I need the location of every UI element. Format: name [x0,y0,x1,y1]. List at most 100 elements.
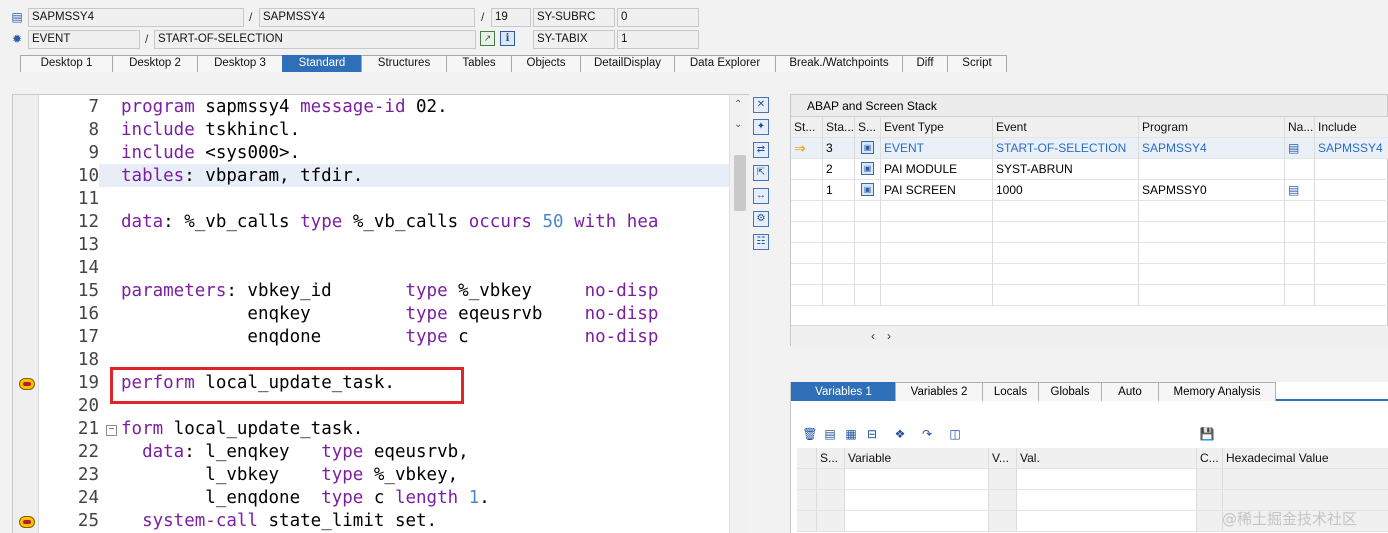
column-header[interactable]: Na... [1285,117,1315,138]
variable-cell[interactable] [797,469,817,490]
code-line[interactable]: l_vbkey type %_vbkey, [121,464,458,487]
event-field[interactable]: START-OF-SELECTION [154,30,476,49]
stack-cell[interactable] [1315,285,1388,306]
breakpoint-gutter[interactable] [13,95,39,533]
scroll-down-icon[interactable]: ⌄ [734,119,742,130]
stack-cell[interactable] [1285,264,1315,285]
code-line[interactable]: include <sys000>. [121,142,300,165]
variable-cell[interactable] [989,469,1017,490]
append-row-icon[interactable]: ▦ [843,426,859,442]
tab-variables-2[interactable]: Variables 2 [895,382,983,401]
tab-auto[interactable]: Auto [1101,382,1159,401]
stack-cell[interactable]: SAPMSSY4 [1315,138,1388,159]
code-area[interactable]: program sapmssy4 message-id 02. include t… [99,95,729,533]
stack-cell[interactable]: 1 [823,180,855,201]
services-icon[interactable]: ⚙ [753,211,769,227]
maximize-icon[interactable]: ⇱ [753,165,769,181]
stack-cell[interactable] [791,159,823,180]
save-icon[interactable]: 💾 [1199,426,1215,442]
tab-detail-display[interactable]: DetailDisplay [580,55,675,72]
stack-cell[interactable] [791,264,823,285]
tools-icon[interactable]: ❖ [892,426,908,442]
row-selector-header[interactable] [797,448,817,469]
stack-cell[interactable] [1285,285,1315,306]
editor-vertical-scrollbar[interactable]: ⌃ ⌄ [729,95,749,533]
scroll-right-icon[interactable]: › [887,329,891,343]
settings-icon[interactable]: ☷ [753,234,769,250]
stack-cell[interactable] [1285,201,1315,222]
stack-cell[interactable]: ▤ [1285,138,1315,159]
sysvar-name-field[interactable]: SY-SUBRC [533,8,615,27]
stack-cell[interactable] [823,285,855,306]
stack-cell[interactable]: 3 [823,138,855,159]
stack-cell[interactable] [823,222,855,243]
code-line[interactable]: form local_update_task. [121,418,363,441]
stack-cell[interactable] [855,285,881,306]
stack-cell[interactable] [823,201,855,222]
stack-cell[interactable] [881,285,993,306]
stack-cell[interactable] [1139,201,1285,222]
column-header[interactable]: Sta... [823,117,855,138]
variable-cell[interactable] [1017,511,1197,532]
stack-cell[interactable]: PAI MODULE ▣ [861,159,993,180]
code-line[interactable]: include tskhincl. [121,119,300,142]
stack-cell[interactable] [1139,285,1285,306]
tab-standard[interactable]: Standard [282,55,362,72]
column-header[interactable]: Hexadecimal Value [1223,448,1388,469]
column-header[interactable]: Event Type [881,117,993,138]
stack-cell[interactable] [791,222,823,243]
stack-cell[interactable]: START-OF-SELECTION [993,138,1139,159]
stack-cell[interactable] [1315,264,1388,285]
column-header[interactable]: Variable [845,448,989,469]
tab-diff[interactable]: Diff [902,55,948,72]
stack-cell[interactable]: SYST-ABRUN [993,159,1139,180]
tab-globals[interactable]: Globals [1038,382,1102,401]
variable-cell[interactable] [1197,511,1223,532]
stack-cell[interactable]: SAPMSSY0 [1139,180,1285,201]
stack-cell[interactable] [791,201,823,222]
scroll-thumb[interactable] [734,155,746,211]
column-header[interactable]: C... [1197,448,1223,469]
stack-cell[interactable]: PAI SCREEN ▣ [861,180,993,201]
variable-cell[interactable] [1017,490,1197,511]
stack-cell[interactable] [855,243,881,264]
variable-cell[interactable] [1017,469,1197,490]
tab-script[interactable]: Script [947,55,1007,72]
delete-icon[interactable]: 🗑 [802,426,818,442]
stack-cell[interactable] [1315,222,1388,243]
stack-cell[interactable] [855,201,881,222]
stack-cell[interactable] [791,243,823,264]
tab-variables-1[interactable]: Variables 1 [791,382,896,401]
code-line[interactable]: parameters: vbkey_id type %_vbkey no-dis… [121,280,658,303]
tab-desktop-1[interactable]: Desktop 1 [20,55,113,72]
variable-cell[interactable] [797,490,817,511]
new-tool-icon[interactable]: ✦ [753,119,769,135]
variable-cell[interactable] [817,469,845,490]
navigate-icon[interactable]: ↗ [480,31,495,46]
stack-cell[interactable] [881,222,993,243]
sysvar2-name-field[interactable]: SY-TABIX [533,30,615,49]
stack-cell[interactable] [1139,264,1285,285]
stack-cell[interactable] [993,285,1139,306]
variable-list-icon[interactable]: ◫ [947,426,963,442]
stack-cell[interactable] [1139,243,1285,264]
stack-cell[interactable] [1315,180,1388,201]
breakpoint-icon[interactable] [19,516,35,528]
insert-row-icon[interactable]: ▤ [822,426,838,442]
stack-cell[interactable] [823,243,855,264]
delete-row-icon[interactable]: ⊟ [864,426,880,442]
stack-cell[interactable] [791,180,823,201]
tab-structures[interactable]: Structures [361,55,447,72]
stack-cell[interactable]: EVENT ▣ [861,138,993,159]
variable-cell[interactable] [989,511,1017,532]
stack-cell[interactable]: ⇒ [791,138,823,159]
stack-cell[interactable]: 1000 [993,180,1139,201]
scroll-up-icon[interactable]: ⌃ [734,99,742,110]
transfer-icon[interactable]: ↷ [919,426,935,442]
tab-objects[interactable]: Objects [511,55,581,72]
tab-memory-analysis[interactable]: Memory Analysis [1158,382,1276,401]
stack-cell[interactable] [1285,243,1315,264]
code-line[interactable]: l_enqdone type c length 1. [121,487,490,510]
stack-cell[interactable] [993,264,1139,285]
column-header[interactable]: Program [1139,117,1285,138]
